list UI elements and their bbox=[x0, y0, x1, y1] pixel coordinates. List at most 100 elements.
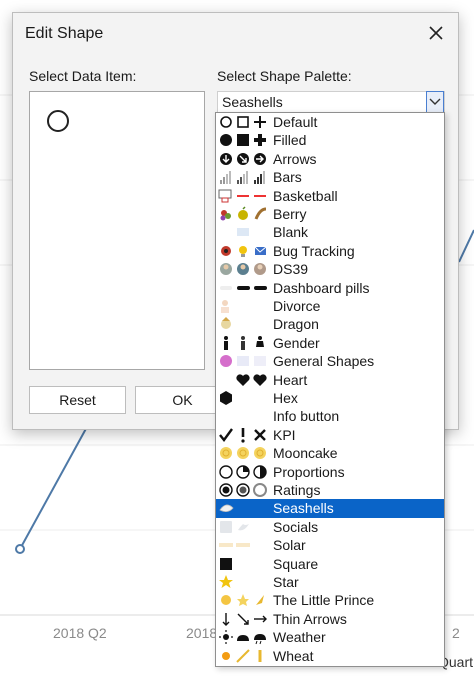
palette-option[interactable]: Ratings bbox=[216, 481, 444, 499]
palette-option-label: Mooncake bbox=[273, 445, 338, 462]
data-item-list[interactable] bbox=[29, 91, 205, 370]
palette-option[interactable]: Gender bbox=[216, 334, 444, 352]
bug-tracking-icon bbox=[221, 245, 267, 257]
arrows-icon bbox=[220, 152, 266, 165]
palette-option-label: Weather bbox=[273, 629, 326, 646]
palette-option[interactable]: Filled bbox=[216, 131, 444, 149]
palette-option[interactable]: Bars bbox=[216, 168, 444, 186]
proportions-icon bbox=[219, 464, 267, 479]
palette-option[interactable]: Bug Tracking bbox=[216, 242, 444, 260]
info-button-icon bbox=[218, 407, 272, 425]
palette-option-label: Seashells bbox=[273, 500, 334, 517]
palette-option[interactable]: Info button bbox=[216, 407, 444, 425]
heart-icon bbox=[236, 373, 267, 386]
gender-icon bbox=[224, 335, 264, 350]
socials-icon bbox=[220, 520, 249, 533]
seashells-icon bbox=[219, 504, 234, 513]
palette-option[interactable]: Solar bbox=[216, 536, 444, 554]
ds39-icon bbox=[220, 263, 266, 276]
palette-option-label: Info button bbox=[273, 408, 340, 425]
palette-option[interactable]: Proportions bbox=[216, 463, 444, 481]
default-shapes-icon bbox=[220, 116, 266, 128]
data-point bbox=[15, 544, 25, 554]
palette-option[interactable]: Blank bbox=[216, 223, 444, 241]
palette-option[interactable]: The Little Prince bbox=[216, 591, 444, 609]
axis-tick-label: 2018 Q2 bbox=[53, 625, 107, 641]
palette-option-label: Socials bbox=[273, 518, 319, 535]
palette-option[interactable]: Basketball bbox=[216, 187, 444, 205]
palette-option[interactable]: Socials bbox=[216, 518, 444, 536]
shape-palette-select[interactable]: Seashells bbox=[217, 91, 445, 113]
palette-option-label: KPI bbox=[273, 426, 296, 443]
little-prince-icon bbox=[221, 594, 264, 607]
palette-option[interactable]: Square bbox=[216, 555, 444, 573]
palette-option[interactable]: Thin Arrows bbox=[216, 610, 444, 628]
palette-option-label: Bug Tracking bbox=[273, 242, 355, 259]
palette-option[interactable]: Arrows bbox=[216, 150, 444, 168]
palette-option-label: Heart bbox=[273, 371, 308, 388]
palette-option-label: The Little Prince bbox=[273, 592, 375, 609]
trend-line-right bbox=[458, 229, 474, 263]
palette-option[interactable]: Dashboard pills bbox=[216, 279, 444, 297]
palette-option-label: Square bbox=[273, 555, 319, 572]
axis-tick-label: 2018 bbox=[186, 625, 218, 641]
palette-option-label: Star bbox=[273, 574, 299, 590]
shape-palette-dropdown[interactable]: Default Filled Arrows Bars Basketball Berry Bl… bbox=[215, 112, 445, 667]
palette-option-label: Wheat bbox=[273, 647, 314, 664]
palette-option[interactable]: Berry bbox=[216, 205, 444, 223]
axis-tick-label: 2 bbox=[452, 625, 460, 641]
palette-option-label: Blank bbox=[273, 224, 309, 241]
dragon-icon bbox=[221, 317, 231, 330]
palette-option-label: Divorce bbox=[273, 298, 321, 314]
palette-option-label: Dashboard pills bbox=[273, 279, 370, 296]
thin-arrows-icon bbox=[222, 612, 267, 626]
palette-option-label: Hex bbox=[273, 390, 298, 406]
weather-icon bbox=[219, 630, 266, 645]
palette-option[interactable]: Divorce bbox=[216, 297, 444, 315]
close-icon[interactable] bbox=[424, 21, 448, 45]
dropdown-button[interactable] bbox=[426, 91, 444, 113]
reset-button[interactable]: Reset bbox=[29, 386, 126, 414]
filled-shapes-icon bbox=[220, 134, 266, 147]
circle-shape-icon[interactable] bbox=[47, 110, 69, 132]
palette-option[interactable]: Wheat bbox=[216, 647, 444, 665]
palette-option[interactable]: Dragon bbox=[216, 315, 444, 333]
palette-option[interactable]: DS39 bbox=[216, 260, 444, 278]
palette-option[interactable]: Heart bbox=[216, 371, 444, 389]
berry-icon bbox=[220, 206, 267, 221]
dialog-title: Edit Shape bbox=[25, 25, 104, 42]
dashboard-pills-icon bbox=[220, 285, 267, 290]
palette-option-label: Default bbox=[273, 114, 318, 130]
mooncake-icon bbox=[220, 447, 266, 460]
palette-option[interactable]: Star bbox=[216, 573, 444, 591]
hex-icon bbox=[220, 391, 232, 405]
palette-option-label: Thin Arrows bbox=[273, 610, 347, 627]
bars-icon bbox=[220, 171, 265, 185]
chevron-down-icon bbox=[429, 98, 441, 105]
palette-option[interactable]: General Shapes bbox=[216, 352, 444, 370]
palette-option-label: General Shapes bbox=[273, 353, 375, 370]
palette-option-label: Bars bbox=[273, 169, 302, 186]
selected-palette-value: Seashells bbox=[222, 94, 283, 110]
wheat-icon bbox=[222, 648, 262, 663]
palette-option[interactable]: KPI bbox=[216, 426, 444, 444]
palette-option[interactable]: Weather bbox=[216, 628, 444, 646]
palette-option-label: Dragon bbox=[273, 316, 319, 333]
palette-option-label: Ratings bbox=[273, 482, 321, 498]
palette-option[interactable]: Default bbox=[216, 113, 444, 131]
palette-option[interactable]: Seashells bbox=[216, 499, 444, 518]
select-data-item-label: Select Data Item: bbox=[29, 68, 137, 84]
solar-icon bbox=[219, 543, 250, 548]
divorce-icon bbox=[221, 300, 229, 313]
palette-option-label: Basketball bbox=[273, 187, 338, 204]
palette-option-label: Arrows bbox=[273, 150, 317, 167]
select-shape-palette-label: Select Shape Palette: bbox=[217, 68, 352, 84]
palette-option-label: Solar bbox=[273, 537, 306, 554]
palette-option[interactable]: Hex bbox=[216, 389, 444, 407]
palette-option-label: DS39 bbox=[273, 261, 309, 278]
palette-option-label: Gender bbox=[273, 334, 320, 351]
star-icon bbox=[219, 575, 233, 588]
palette-option[interactable]: Mooncake bbox=[216, 444, 444, 462]
palette-option-label: Proportions bbox=[273, 463, 345, 480]
ratings-icon bbox=[219, 483, 267, 497]
